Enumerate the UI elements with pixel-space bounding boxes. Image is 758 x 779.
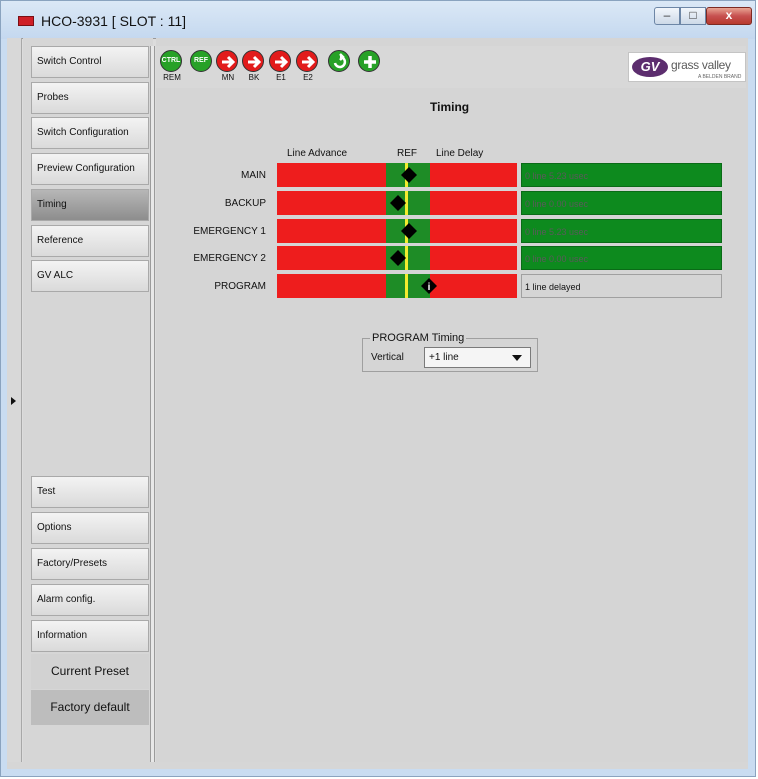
close-button[interactable]: x <box>706 7 752 25</box>
factory-default-button[interactable]: Factory default <box>31 690 149 725</box>
diamond-marker-icon[interactable] <box>390 195 406 211</box>
line-advance-header: Line Advance <box>287 148 348 159</box>
minimize-button[interactable]: – <box>654 7 680 25</box>
arrow-right-icon <box>242 50 264 72</box>
plus-icon <box>358 50 380 72</box>
arrow-right-icon <box>269 50 291 72</box>
nav-switch-control[interactable]: Switch Control <box>31 46 149 78</box>
window-bottom-edge <box>7 762 748 769</box>
timing-status: 0 line 0.00 usec <box>521 246 722 270</box>
indicator-text: CTRL <box>161 57 181 64</box>
line-delay-zone <box>430 191 517 215</box>
nav-preview-configuration[interactable]: Preview Configuration <box>31 153 149 185</box>
indicator-text: REF <box>194 57 208 64</box>
ref-indicator: REF <box>190 46 214 86</box>
main-input-indicator: MN <box>216 46 240 86</box>
row-label: EMERGENCY 2 <box>193 253 266 264</box>
nav-timing[interactable]: Timing <box>31 189 149 221</box>
timing-status: 0 line 5.23 usec <box>521 219 722 243</box>
logo-subtext: A BELDEN BRAND <box>698 74 742 80</box>
nav-reference[interactable]: Reference <box>31 225 149 257</box>
arrow-right-icon <box>296 50 318 72</box>
line-advance-zone <box>277 219 386 243</box>
line-delay-zone <box>430 163 517 187</box>
indicator-label: BK <box>248 73 260 82</box>
status-toolbar: CTRL REM REF MN BK E1 E2 GV grass valley A BEL… <box>156 46 746 88</box>
refresh-indicator <box>328 46 352 86</box>
line-advance-zone <box>277 191 386 215</box>
diamond-marker-icon[interactable] <box>390 250 406 266</box>
timing-bar[interactable] <box>277 191 517 215</box>
line-delay-header: Line Delay <box>436 148 484 159</box>
grass-valley-logo: GV grass valley A BELDEN BRAND <box>628 52 746 82</box>
row-label: PROGRAM <box>214 281 266 292</box>
timing-bar[interactable] <box>277 163 517 187</box>
indicator-label: MN <box>221 73 235 82</box>
ctrl-indicator: CTRL REM <box>160 46 184 86</box>
current-preset-button[interactable]: Current Preset <box>31 654 149 689</box>
line-advance-zone <box>277 246 386 270</box>
row-label: BACKUP <box>224 198 266 209</box>
maximize-button[interactable]: □ <box>680 7 706 25</box>
circle-text-icon: REF <box>190 50 212 72</box>
line-advance-zone <box>277 163 386 187</box>
row-label: EMERGENCY 1 <box>193 226 266 237</box>
nav-alarm-config[interactable]: Alarm config. <box>31 584 149 616</box>
nav-switch-configuration[interactable]: Switch Configuration <box>31 117 149 149</box>
app-icon <box>18 16 34 26</box>
ref-header: REF <box>397 148 417 159</box>
program-timing-title: PROGRAM Timing <box>370 332 467 344</box>
dropdown-arrow-icon <box>512 355 522 361</box>
collapse-strip[interactable] <box>7 38 22 769</box>
nav-gv-alc[interactable]: GV ALC <box>31 260 149 292</box>
vertical-label: Vertical <box>371 352 404 363</box>
timing-bar[interactable] <box>277 246 517 270</box>
gv-logo-mark: GV <box>632 57 668 77</box>
nav-options[interactable]: Options <box>31 512 149 544</box>
indicator-label: REM <box>163 73 181 82</box>
line-delay-zone <box>430 219 517 243</box>
timing-status: 0 line 5.23 usec <box>521 163 722 187</box>
diamond-marker-icon[interactable] <box>401 167 417 183</box>
arrow-right-icon <box>216 50 238 72</box>
indicator-label: E1 <box>276 73 286 82</box>
backup-input-indicator: BK <box>242 46 266 86</box>
line-advance-zone <box>277 274 386 298</box>
vertical-select[interactable]: +1 line <box>424 347 531 368</box>
nav-information[interactable]: Information <box>31 620 149 652</box>
page-title: Timing <box>430 100 470 114</box>
line-delay-zone <box>430 274 517 298</box>
add-indicator <box>358 46 382 86</box>
logo-text: grass valley <box>671 58 731 72</box>
refresh-icon <box>328 50 350 72</box>
nav-test[interactable]: Test <box>31 476 149 508</box>
window-title: HCO-3931 [ SLOT : 11] <box>41 13 186 29</box>
timing-status: 0 line 0.00 usec <box>521 191 722 215</box>
vertical-select-value: +1 line <box>429 352 459 363</box>
emergency2-input-indicator: E2 <box>296 46 320 86</box>
diamond-marker-icon[interactable] <box>401 223 417 239</box>
timing-bar[interactable] <box>277 219 517 243</box>
nav-panel: Switch Control Probes Switch Configurati… <box>23 38 153 769</box>
circle-text-icon: CTRL <box>160 50 182 72</box>
expand-arrow-icon[interactable] <box>11 397 16 405</box>
ref-line <box>405 274 408 298</box>
nav-factory-presets[interactable]: Factory/Presets <box>31 548 149 580</box>
info-marker-icon[interactable]: i <box>421 278 437 294</box>
nav-probes[interactable]: Probes <box>31 82 149 114</box>
row-label: MAIN <box>241 170 266 181</box>
panel-divider[interactable] <box>150 46 155 762</box>
emergency1-input-indicator: E1 <box>269 46 293 86</box>
timing-status: 1 line delayed <box>521 274 722 298</box>
line-delay-zone <box>430 246 517 270</box>
timing-bar[interactable]: i <box>277 274 517 298</box>
indicator-label: E2 <box>303 73 313 82</box>
svg-text:i: i <box>428 282 431 293</box>
title-bar[interactable]: HCO-3931 [ SLOT : 11] – □ x <box>1 1 755 39</box>
